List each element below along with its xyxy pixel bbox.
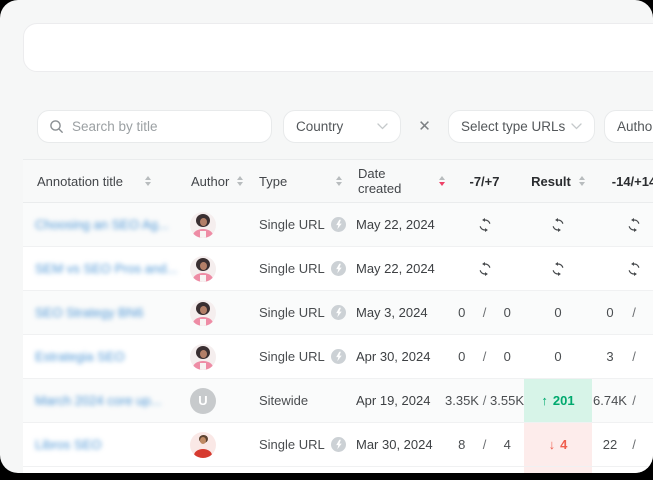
- top-panel: [23, 23, 653, 72]
- annotations-table: Annotation title Author Type Date create…: [23, 159, 653, 473]
- column-header-annotation-title[interactable]: Annotation title: [23, 160, 185, 202]
- type-select-label: Select type URLs: [461, 119, 565, 134]
- type-label: Single URL: [259, 261, 325, 276]
- sort-icon[interactable]: [145, 176, 151, 186]
- table-row: SEM vs SEO Pros and... Single URL May 22…: [23, 247, 653, 291]
- flash-icon: [331, 261, 346, 276]
- avatar: [190, 256, 216, 282]
- type-label: Single URL: [259, 349, 325, 364]
- author-select-label: Author: [617, 119, 653, 134]
- type-select[interactable]: Select type URLs: [448, 110, 595, 143]
- avatar-letter: U: [190, 388, 216, 414]
- flash-icon: [331, 437, 346, 452]
- result-cell-partial: [524, 467, 592, 473]
- chevron-down-icon: [571, 123, 582, 130]
- avatar: [190, 344, 216, 370]
- flash-icon: [331, 217, 346, 232]
- result-value-positive: ↑201: [524, 379, 592, 422]
- metric-7-7: 8/4: [445, 423, 524, 466]
- refresh-icon[interactable]: [478, 218, 492, 232]
- flash-icon: [331, 349, 346, 364]
- column-header-result[interactable]: Result: [524, 160, 592, 202]
- annotation-title-link[interactable]: Estrategia SEO: [35, 349, 125, 364]
- result-value-negative: ↓4: [524, 423, 592, 466]
- table-header: Annotation title Author Type Date create…: [23, 159, 653, 203]
- metric-14-14: 0/: [592, 291, 653, 334]
- chevron-down-icon: [377, 123, 388, 130]
- type-label: Sitewide: [259, 393, 308, 408]
- column-header-minus14-plus14: -14/+14: [592, 160, 653, 202]
- annotation-title-link[interactable]: SEO Strategy BN6: [35, 305, 143, 320]
- date-text: May 22, 2024: [356, 261, 435, 276]
- table-row: SEO Strategy BN6 Single URL May 3, 2024 …: [23, 291, 653, 335]
- avatar: [190, 432, 216, 458]
- table-row: Choosing an SEO Ag... Single URL May 22,…: [23, 203, 653, 247]
- main-card: Country ✕ Select type URLs Author Annota…: [0, 0, 653, 473]
- country-select-label: Country: [296, 119, 343, 134]
- annotation-title-link[interactable]: SEM vs SEO Pros and...: [35, 261, 177, 276]
- close-icon: ✕: [418, 118, 431, 135]
- country-select[interactable]: Country: [283, 110, 401, 143]
- result-value: 0: [524, 291, 592, 334]
- search-input[interactable]: [72, 119, 260, 134]
- table-row-partial: [23, 467, 653, 473]
- metric-7-7: 0/0: [445, 335, 524, 378]
- metric-14-14: 6.74K/6: [592, 379, 653, 422]
- column-header-date-created[interactable]: Date created: [348, 160, 445, 202]
- type-label: Single URL: [259, 437, 325, 452]
- date-text: Mar 30, 2024: [356, 437, 433, 452]
- metric-14-14: 22/: [592, 423, 653, 466]
- annotation-title-link[interactable]: Libros SEO: [35, 437, 101, 452]
- search-box[interactable]: [37, 110, 272, 143]
- table-row: March 2024 core up... U Sitewide Apr 19,…: [23, 379, 653, 423]
- date-text: Apr 19, 2024: [356, 393, 430, 408]
- column-header-minus7-plus7: -7/+7: [445, 160, 524, 202]
- metric-14-14: 3/: [592, 335, 653, 378]
- refresh-icon[interactable]: [551, 218, 565, 232]
- clear-filter-button[interactable]: ✕: [418, 119, 431, 134]
- column-header-author[interactable]: Author: [185, 160, 248, 202]
- table-row: Libros SEO Single URL Mar 30, 2024 8/4 ↓…: [23, 423, 653, 467]
- date-text: May 3, 2024: [356, 305, 428, 320]
- arrow-up-icon: ↑: [541, 393, 548, 408]
- metric-7-7: 0/0: [445, 291, 524, 334]
- refresh-icon[interactable]: [551, 262, 565, 276]
- metric-7-7: 3.35K/3.55K: [445, 379, 524, 422]
- search-icon: [49, 119, 64, 134]
- result-value: 0: [524, 335, 592, 378]
- flash-icon: [331, 305, 346, 320]
- author-select[interactable]: Author: [604, 110, 653, 143]
- arrow-down-icon: ↓: [549, 437, 556, 452]
- date-text: Apr 30, 2024: [356, 349, 430, 364]
- avatar: [190, 300, 216, 326]
- annotation-title-link[interactable]: March 2024 core up...: [35, 393, 161, 408]
- filter-bar: Country ✕ Select type URLs Author: [37, 110, 653, 143]
- date-text: May 22, 2024: [356, 217, 435, 232]
- column-header-type[interactable]: Type: [248, 160, 348, 202]
- sort-icon[interactable]: [579, 176, 585, 186]
- refresh-icon[interactable]: [627, 262, 641, 276]
- refresh-icon[interactable]: [478, 262, 492, 276]
- avatar: [190, 212, 216, 238]
- type-label: Single URL: [259, 305, 325, 320]
- type-label: Single URL: [259, 217, 325, 232]
- annotation-title-link[interactable]: Choosing an SEO Ag...: [35, 217, 169, 232]
- sort-icon[interactable]: [237, 176, 243, 186]
- sort-icon[interactable]: [336, 176, 342, 186]
- refresh-icon[interactable]: [627, 218, 641, 232]
- table-row: Estrategia SEO Single URL Apr 30, 2024 0…: [23, 335, 653, 379]
